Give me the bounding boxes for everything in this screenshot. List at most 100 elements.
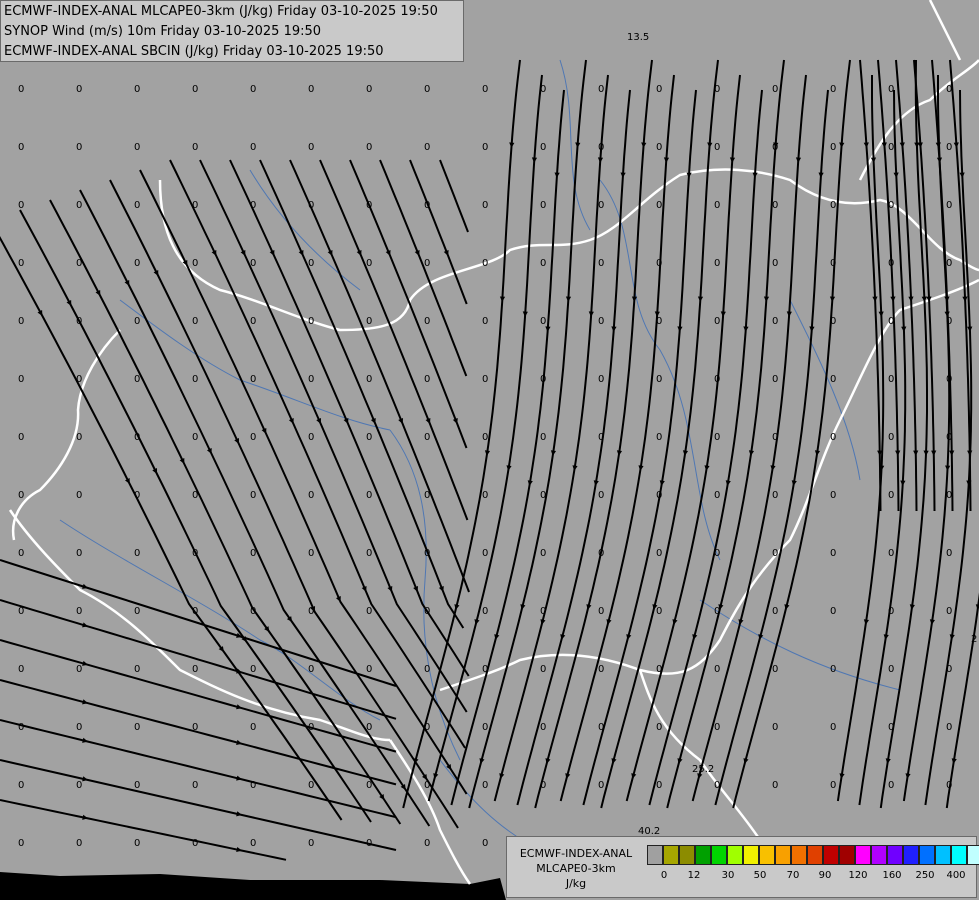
grid-value: 0	[424, 490, 430, 501]
grid-value: 0	[18, 490, 24, 501]
grid-value: 0	[540, 374, 546, 385]
grid-value: 0	[250, 200, 256, 211]
grid-value: 0	[946, 548, 952, 559]
grid-value: 0	[18, 374, 24, 385]
grid-value: 0	[424, 838, 430, 849]
grid-value: 0	[598, 258, 604, 269]
legend-tick-label: 50	[753, 870, 767, 881]
grid-value: 0	[424, 84, 430, 95]
grid-value: 0	[656, 664, 662, 675]
grid-value: 0	[830, 200, 836, 211]
legend-tick-label: 12	[687, 870, 701, 881]
grid-value: 0	[250, 722, 256, 733]
grid-value: 0	[830, 606, 836, 617]
legend-tick-label: 120	[848, 870, 868, 881]
legend-swatch	[743, 845, 759, 865]
grid-value: 0	[134, 258, 140, 269]
grid-value: 0	[308, 606, 314, 617]
legend-title-line2: MLCAPE0-3km	[536, 862, 616, 875]
grid-value: 0	[656, 432, 662, 443]
grid-value: 0	[888, 606, 894, 617]
grid-value: 0	[192, 374, 198, 385]
grid-value: 0	[540, 606, 546, 617]
grid-value: 0	[134, 490, 140, 501]
grid-value: 0	[888, 722, 894, 733]
legend-swatch	[823, 845, 839, 865]
grid-value: 0	[424, 432, 430, 443]
grid-value: 0	[366, 664, 372, 675]
legend-tick-label: 400	[946, 870, 966, 881]
grid-value: 0	[366, 316, 372, 327]
grid-value: 0	[76, 722, 82, 733]
grid-value: 0	[18, 258, 24, 269]
grid-value: 0	[134, 664, 140, 675]
grid-value: 0	[714, 142, 720, 153]
grid-value: 0	[76, 548, 82, 559]
grid-value: 0	[772, 664, 778, 675]
grid-value: 0	[598, 374, 604, 385]
grid-value: 0	[714, 432, 720, 443]
grid-value: 0	[308, 316, 314, 327]
grid-value: 0	[250, 84, 256, 95]
grid-value: 0	[18, 548, 24, 559]
grid-value: 0	[830, 780, 836, 791]
grid-value: 0	[946, 84, 952, 95]
legend-tick-label: 160	[882, 870, 902, 881]
legend-swatch	[871, 845, 887, 865]
grid-value: 0	[482, 606, 488, 617]
title-line-mlcape: ECMWF-INDEX-ANAL MLCAPE0-3km (J/kg) Frid…	[4, 4, 438, 19]
grid-value: 0	[192, 200, 198, 211]
legend-swatch	[967, 845, 979, 865]
grid-value: 0	[192, 606, 198, 617]
grid-value: 0	[772, 142, 778, 153]
grid-value: 0	[134, 548, 140, 559]
grid-value: 0	[192, 548, 198, 559]
grid-value: 0	[482, 142, 488, 153]
legend-swatch	[759, 845, 775, 865]
color-legend: ECMWF-INDEX-ANAL MLCAPE0-3km J/kg 0 12 30 5…	[506, 836, 979, 898]
legend-swatch	[935, 845, 951, 865]
legend-swatch	[711, 845, 727, 865]
legend-tick-label: 30	[721, 870, 735, 881]
grid-value: 0	[424, 258, 430, 269]
legend-tick-label: 0	[660, 870, 668, 881]
legend-swatch	[727, 845, 743, 865]
grid-value: 0	[366, 780, 372, 791]
grid-value: 0	[888, 200, 894, 211]
grid-value: 0	[946, 780, 952, 791]
grid-value: 0	[946, 722, 952, 733]
grid-value: 0	[540, 316, 546, 327]
grid-value: 0	[888, 316, 894, 327]
grid-value: 0	[888, 142, 894, 153]
grid-value: 0	[424, 780, 430, 791]
grid-value: 0	[76, 316, 82, 327]
grid-value: 0	[946, 142, 952, 153]
grid-value: 0	[366, 374, 372, 385]
grid-value: 0	[482, 548, 488, 559]
legend-swatch	[775, 845, 791, 865]
grid-value: 0	[888, 432, 894, 443]
grid-value: 0	[366, 200, 372, 211]
grid-value: 0	[192, 838, 198, 849]
grid-value: 0	[308, 84, 314, 95]
grid-value: 0	[772, 606, 778, 617]
legend-swatch	[919, 845, 935, 865]
title-line-sbcin: ECMWF-INDEX-ANAL SBCIN (J/kg) Friday 03-…	[4, 44, 384, 59]
grid-value: 0	[424, 664, 430, 675]
grid-value: 0	[18, 664, 24, 675]
grid-value: 0	[308, 142, 314, 153]
grid-value: 0	[18, 432, 24, 443]
grid-value: 0	[134, 838, 140, 849]
grid-value: 0	[598, 200, 604, 211]
grid-value: 0	[308, 664, 314, 675]
grid-value: 0	[598, 548, 604, 559]
grid-value: 0	[76, 606, 82, 617]
grid-value: 0	[308, 374, 314, 385]
grid-value: 0	[134, 200, 140, 211]
grid-value: 0	[250, 258, 256, 269]
grid-value: 0	[540, 258, 546, 269]
grid-value: 0	[540, 490, 546, 501]
grid-value: 0	[134, 432, 140, 443]
grid-value: 0	[888, 374, 894, 385]
grid-value: 0	[714, 664, 720, 675]
